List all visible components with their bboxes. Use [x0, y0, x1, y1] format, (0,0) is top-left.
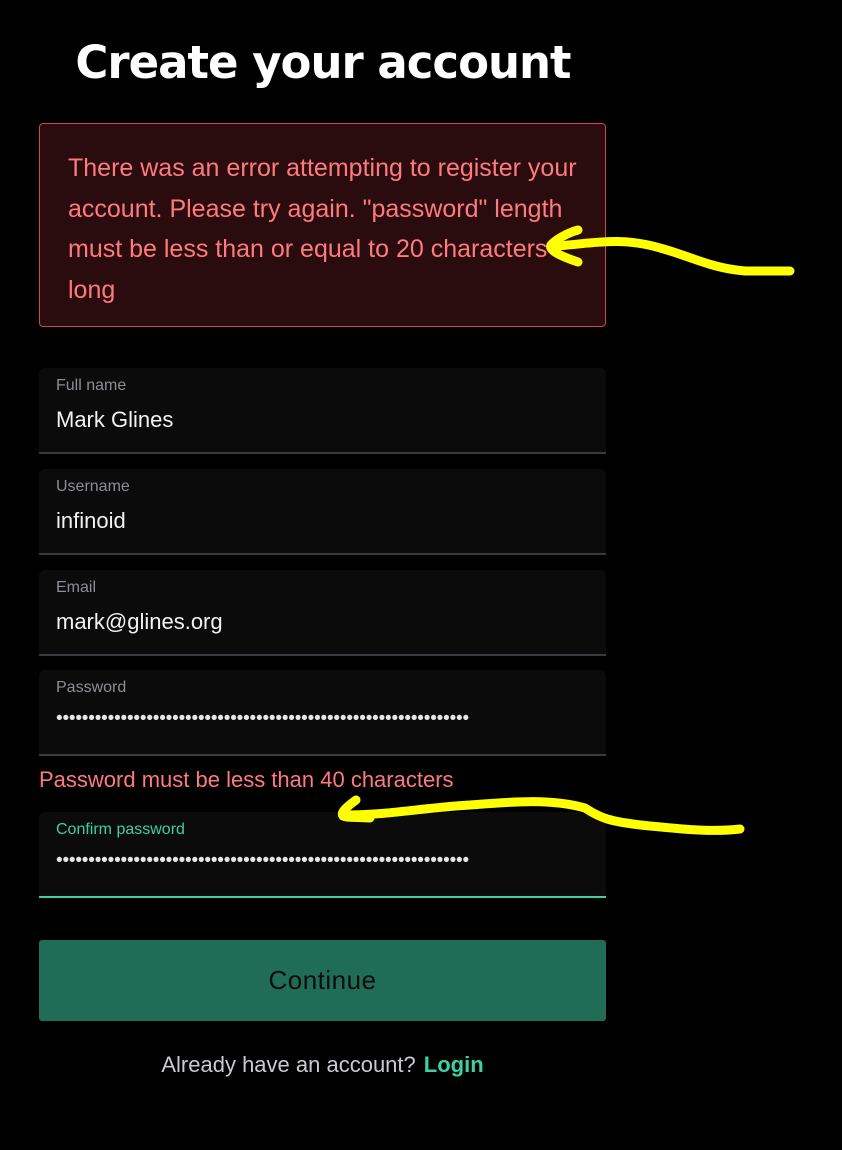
continue-button[interactable]: Continue — [39, 940, 606, 1021]
password-value: ••••••••••••••••••••••••••••••••••••••••… — [56, 708, 469, 729]
full-name-value: Mark Glines — [56, 407, 174, 432]
full-name-label: Full name — [56, 377, 127, 394]
username-label: Username — [56, 478, 130, 495]
confirm-password-label: Confirm password — [56, 821, 185, 838]
error-banner: There was an error attempting to registe… — [39, 123, 606, 327]
confirm-password-field[interactable]: Confirm password •••••••••••••••••••••••… — [39, 812, 606, 898]
email-value: mark@glines.org — [56, 609, 223, 634]
username-field[interactable]: Username infinoid — [39, 469, 606, 555]
password-field[interactable]: Password •••••••••••••••••••••••••••••••… — [39, 670, 606, 756]
login-prompt: Already have an account? Login — [39, 1052, 606, 1078]
page-title: Create your account — [75, 36, 571, 89]
login-link[interactable]: Login — [424, 1052, 484, 1077]
login-prompt-text: Already have an account? — [161, 1052, 416, 1077]
username-value: infinoid — [56, 508, 126, 533]
password-label: Password — [56, 679, 127, 696]
password-error-message: Password must be less than 40 characters — [39, 767, 454, 792]
email-field[interactable]: Email mark@glines.org — [39, 570, 606, 656]
confirm-password-value: ••••••••••••••••••••••••••••••••••••••••… — [56, 850, 469, 871]
full-name-field[interactable]: Full name Mark Glines — [39, 368, 606, 454]
email-label: Email — [56, 579, 97, 596]
error-banner-message: There was an error attempting to registe… — [68, 154, 577, 304]
